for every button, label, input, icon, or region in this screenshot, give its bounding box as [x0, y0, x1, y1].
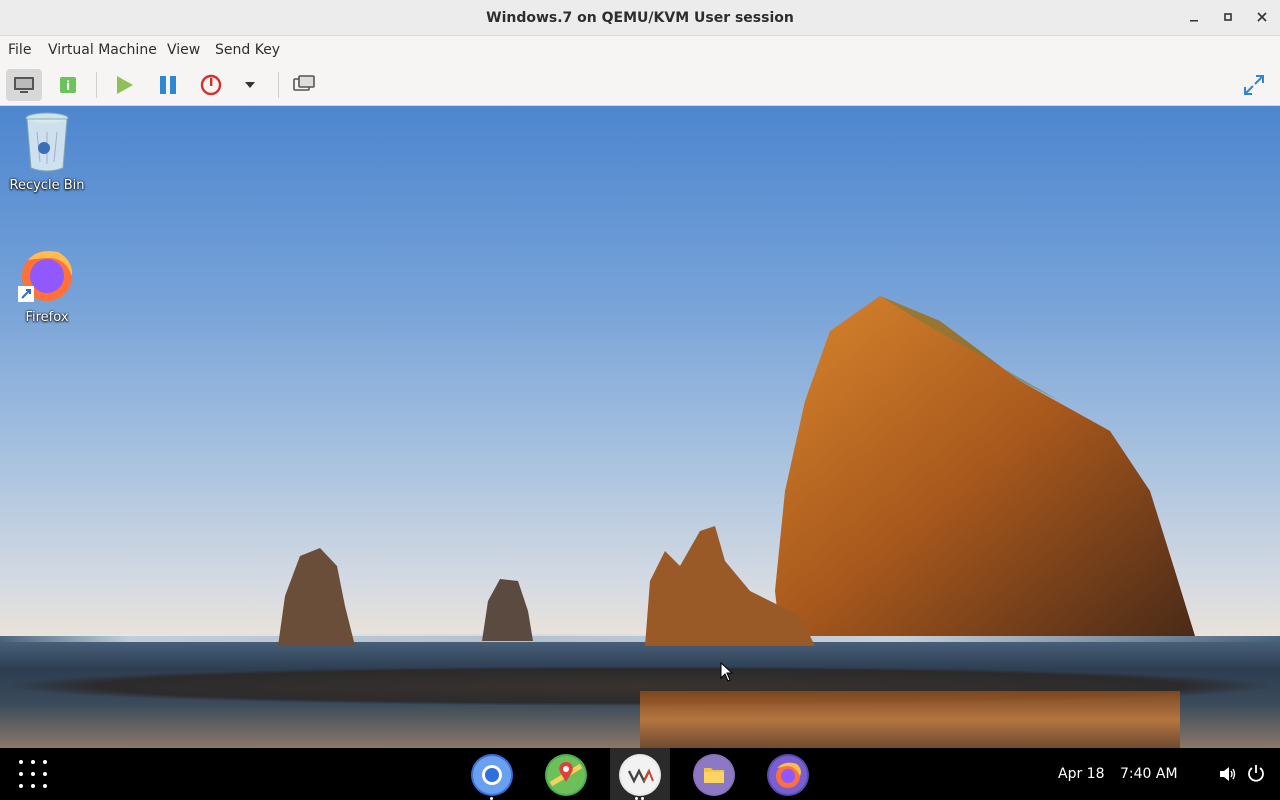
maximize-icon [1224, 13, 1232, 21]
fullscreen-snapshot-button[interactable] [286, 69, 322, 101]
menu-send-key[interactable]: Send Key [215, 36, 280, 64]
menu-bar: File Virtual Machine View Send Key [0, 36, 1280, 64]
recycle-bin-icon [25, 112, 69, 172]
menu-virtual-machine[interactable]: Virtual Machine [48, 36, 157, 64]
details-view-button[interactable]: i [50, 69, 86, 101]
shutdown-menu-button[interactable] [232, 69, 268, 101]
close-button[interactable] [1250, 6, 1274, 30]
info-icon: i [60, 77, 76, 93]
app-grid-button[interactable] [19, 760, 47, 788]
svg-text:i: i [66, 79, 70, 93]
firefox-icon [769, 756, 807, 794]
desktop-icon-label: Recycle Bin [9, 178, 85, 193]
dock-firefox[interactable] [767, 754, 809, 796]
shutdown-button[interactable] [193, 69, 229, 101]
desktop-icon-firefox[interactable]: Firefox [2, 246, 92, 325]
menu-view[interactable]: View [167, 36, 200, 64]
console-view-button[interactable] [6, 69, 42, 101]
wallpaper-haystack-rock [775, 296, 1195, 636]
mouse-cursor-icon [720, 662, 734, 682]
power-menu-icon[interactable] [1247, 764, 1265, 782]
fullscreen-icon [1244, 75, 1264, 95]
monitor-icon [14, 77, 34, 93]
volume-icon[interactable] [1218, 765, 1236, 783]
minimize-button[interactable] [1182, 6, 1206, 30]
power-icon [200, 74, 222, 96]
minimize-icon [1190, 20, 1198, 22]
wallpaper-needle-rocks [645, 526, 815, 646]
wallpaper-sea-stack-left [278, 548, 355, 646]
pause-icon [160, 76, 176, 94]
dock-chromium[interactable] [471, 754, 513, 796]
screenshot-icon [293, 75, 315, 91]
menu-file[interactable]: File [8, 36, 31, 64]
toolbar: i [0, 64, 1280, 106]
taskbar: Apr 18 7:40 AM [0, 748, 1280, 800]
desktop-icon-label: Firefox [25, 310, 69, 325]
dock-maps[interactable] [545, 754, 587, 796]
close-icon [1257, 12, 1267, 22]
wallpaper-sea-stack-mid [482, 579, 533, 641]
play-icon [117, 76, 133, 94]
vm-desktop[interactable]: Recycle Bin Firefox [0, 106, 1280, 748]
files-icon [695, 756, 733, 794]
taskbar-date[interactable]: Apr 18 [1058, 748, 1104, 800]
chromium-icon [473, 756, 511, 794]
dock-files[interactable] [693, 754, 735, 796]
fullscreen-button[interactable] [1236, 69, 1272, 101]
virt-manager-icon [621, 756, 659, 794]
window-title: Windows.7 on QEMU/KVM User session [486, 10, 794, 26]
dock-virt-manager[interactable] [619, 754, 661, 796]
taskbar-time[interactable]: 7:40 AM [1120, 748, 1178, 800]
maximize-button[interactable] [1216, 6, 1240, 30]
maps-icon [547, 756, 585, 794]
run-button[interactable] [106, 69, 142, 101]
dropdown-arrow-icon [245, 82, 255, 88]
pause-button[interactable] [150, 69, 186, 101]
window-titlebar[interactable]: Windows.7 on QEMU/KVM User session [0, 0, 1280, 36]
firefox-icon [18, 251, 73, 302]
desktop-icon-recycle-bin[interactable]: Recycle Bin [2, 110, 92, 193]
